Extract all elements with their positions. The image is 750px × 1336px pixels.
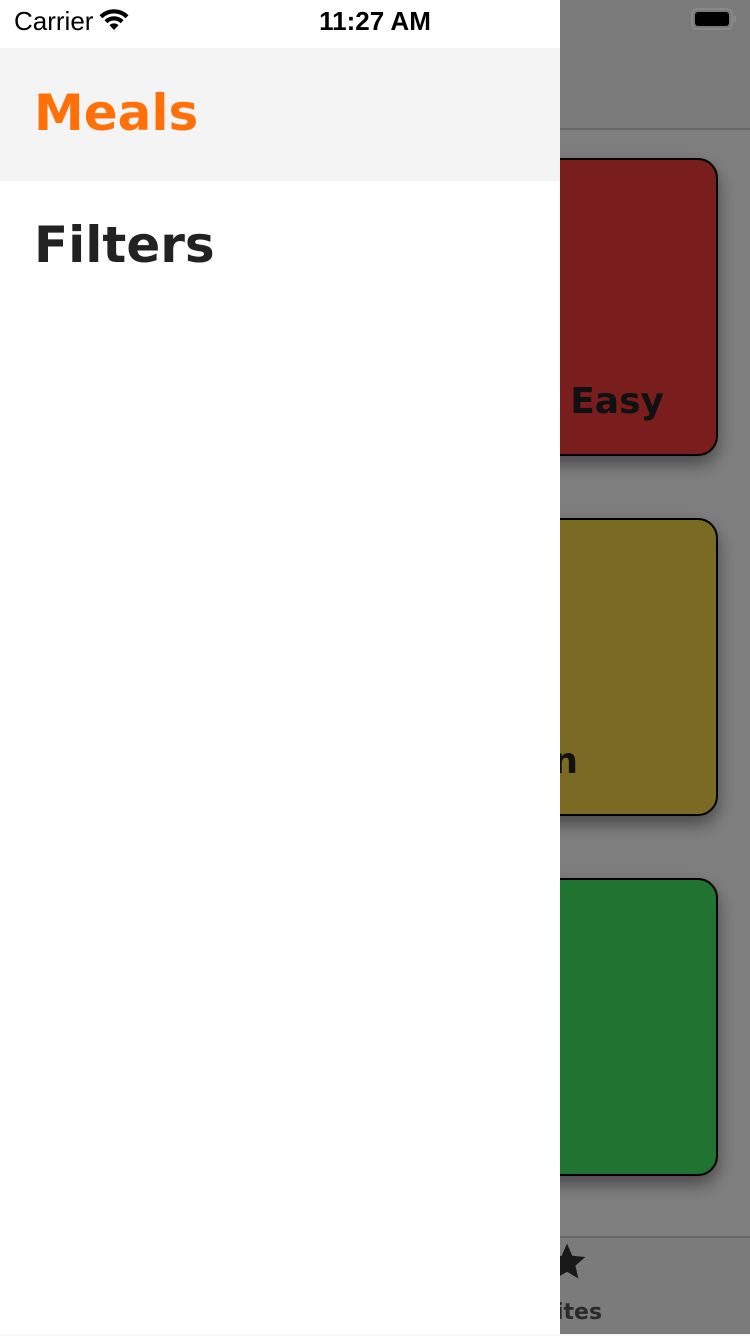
battery-icon (691, 8, 736, 30)
status-bar: Carrier 11:27 AM (0, 0, 750, 40)
drawer-item-meals[interactable]: Meals (34, 84, 198, 142)
status-time: 11:27 AM (319, 6, 431, 36)
drawer-item-filters[interactable]: Filters (34, 216, 215, 274)
side-drawer: Meals Filters (0, 0, 560, 1334)
